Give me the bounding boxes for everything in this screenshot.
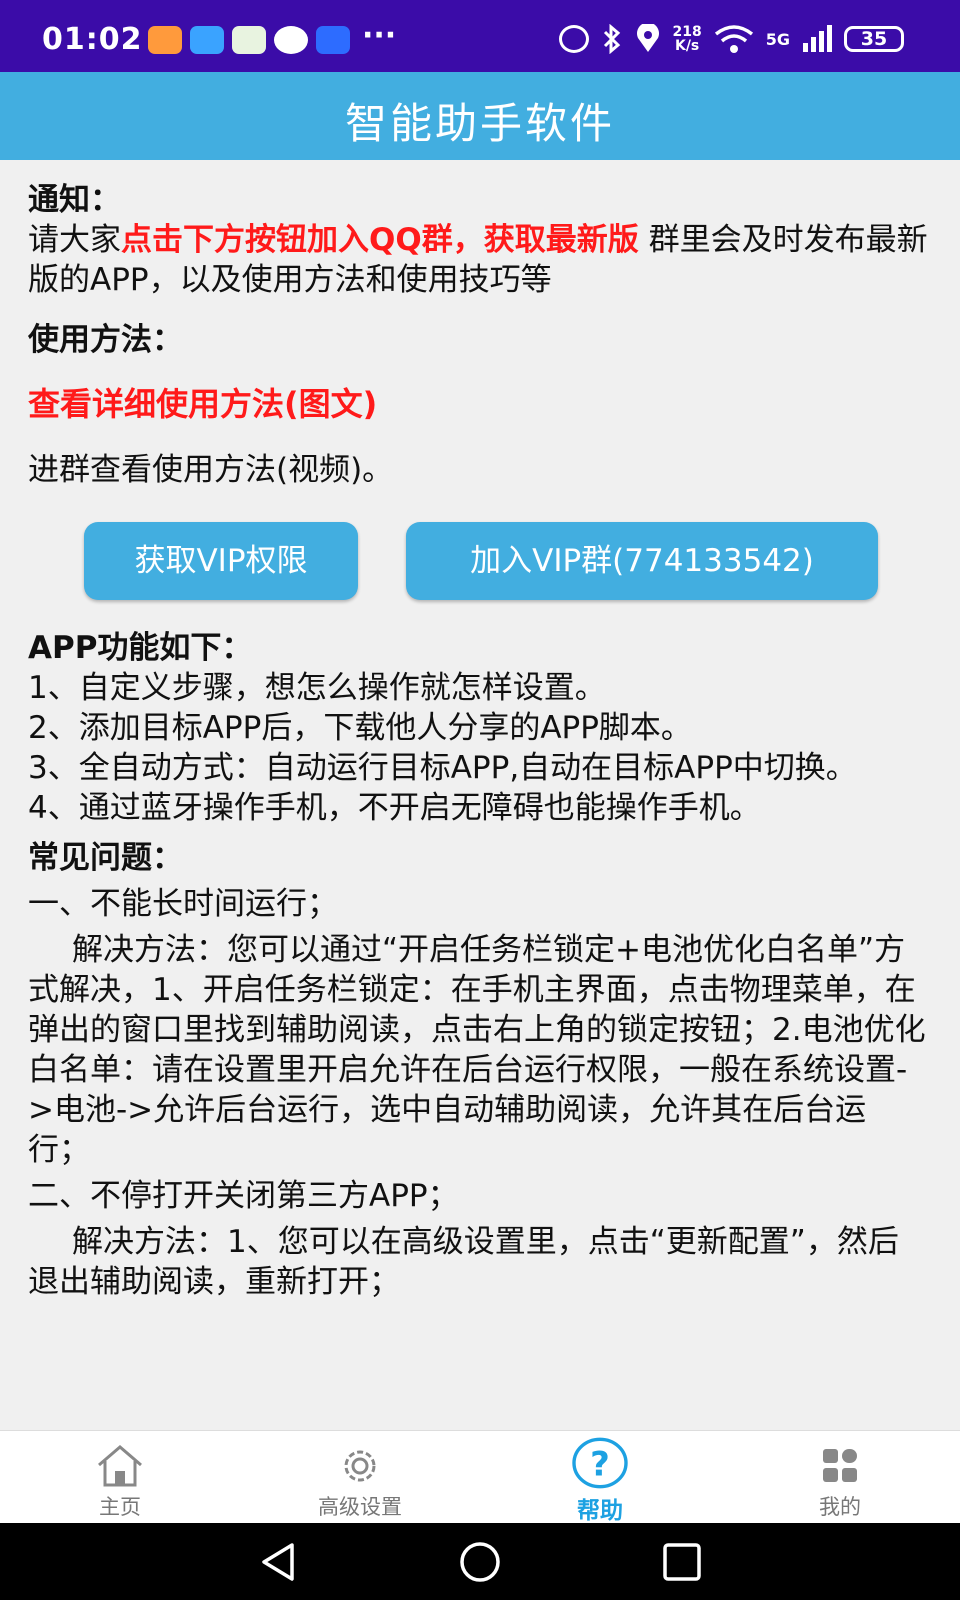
net-speed: 218 K/s <box>673 25 702 53</box>
home-icon <box>98 1445 142 1487</box>
status-time: 01:02 <box>42 22 143 57</box>
more-notifications-icon: ··· <box>362 18 397 53</box>
bottom-nav: 主页 高级设置 ? 帮助 我的 <box>0 1430 960 1524</box>
status-indicators: 218 K/s 5G 35 <box>558 24 904 54</box>
faq-answer: 解决方法：1、您可以在高级设置里，点击“更新配置”，然后退出辅助阅读，重新打开； <box>28 1224 899 1300</box>
system-nav-bar <box>0 1523 960 1600</box>
status-bar: 01:02 ··· 218 K/s 5G 35 <box>0 0 960 72</box>
nav-item-home[interactable]: 主页 <box>0 1431 240 1524</box>
svg-text:?: ? <box>590 1444 610 1483</box>
faq-question: 二、不停打开关闭第三方APP； <box>28 1178 459 1214</box>
alarm-icon <box>558 25 589 53</box>
location-icon <box>636 24 659 52</box>
wifi-icon <box>714 25 753 53</box>
usage-heading: 使用方法： <box>28 322 183 358</box>
home-button-icon[interactable] <box>458 1541 502 1583</box>
feature-item: 4、通过蓝牙操作手机，不开启无障碍也能操作手机。 <box>28 790 761 826</box>
nav-item-help[interactable]: ? 帮助 <box>480 1431 720 1524</box>
join-vip-group-button[interactable]: 加入VIP群(774133542) <box>406 522 878 600</box>
wechat-icon <box>274 26 308 54</box>
notice-heading: 通知： <box>28 182 121 218</box>
notice-text: 请大家点击下方按钮加入QQ群，获取最新版 群里会及时发布最新版的APP，以及使用… <box>28 220 928 300</box>
get-vip-button[interactable]: 获取VIP权限 <box>84 522 358 600</box>
feature-item: 1、自定义步骤，想怎么操作就怎样设置。 <box>28 670 606 706</box>
battery-indicator: 35 <box>844 26 904 52</box>
nav-label-mine: 我的 <box>819 1495 861 1519</box>
signal-icon <box>803 25 832 52</box>
usage-video-text: 进群查看使用方法(视频)。 <box>28 452 394 488</box>
nav-label-help: 帮助 <box>577 1498 623 1524</box>
net-speed-unit: K/s <box>674 38 700 54</box>
nav-item-advanced-settings[interactable]: 高级设置 <box>240 1431 480 1524</box>
bluetooth-icon <box>603 24 620 54</box>
notification-app-icon <box>148 26 182 54</box>
title-bar: 智能助手软件 <box>0 72 960 160</box>
feature-item: 2、添加目标APP后，下载他人分享的APP脚本。 <box>28 710 692 746</box>
nav-label-home: 主页 <box>99 1495 141 1519</box>
gear-icon <box>344 1450 376 1482</box>
grid-icon <box>823 1449 857 1482</box>
nav-label-advanced-settings: 高级设置 <box>318 1495 402 1519</box>
usage-detail-link[interactable]: 查看详细使用方法(图文) <box>28 382 928 426</box>
faq-answer: 解决方法：您可以通过“开启任务栏锁定+电池优化白名单”方式解决，1、开启任务栏锁… <box>28 932 926 1168</box>
help-icon: ? <box>572 1437 628 1489</box>
notice-highlight: 点击下方按钮加入QQ群，获取最新版 <box>121 222 639 258</box>
network-type: 5G <box>765 29 790 49</box>
nav-item-mine[interactable]: 我的 <box>720 1431 960 1524</box>
page-title: 智能助手软件 <box>344 99 615 148</box>
features-heading: APP功能如下： <box>28 630 253 666</box>
notification-app-icon <box>232 26 266 54</box>
notification-app-icon <box>190 26 224 54</box>
feature-item: 3、全自动方式：自动运行目标APP,自动在目标APP中切换。 <box>28 750 857 786</box>
net-speed-value: 218 <box>672 24 702 40</box>
notice-prefix: 请大家 <box>28 222 121 258</box>
vip-buttons: 获取VIP权限 加入VIP群(774133542) <box>28 512 928 622</box>
help-content[interactable]: 通知： 请大家点击下方按钮加入QQ群，获取最新版 群里会及时发布最新版的APP，… <box>28 160 928 1430</box>
faq-question: 一、不能长时间运行； <box>28 886 338 922</box>
recents-icon[interactable] <box>660 1541 704 1583</box>
notification-icons <box>148 26 350 54</box>
back-icon[interactable] <box>258 1541 302 1583</box>
notification-app-icon <box>316 26 350 54</box>
faq-heading: 常见问题： <box>28 840 183 876</box>
